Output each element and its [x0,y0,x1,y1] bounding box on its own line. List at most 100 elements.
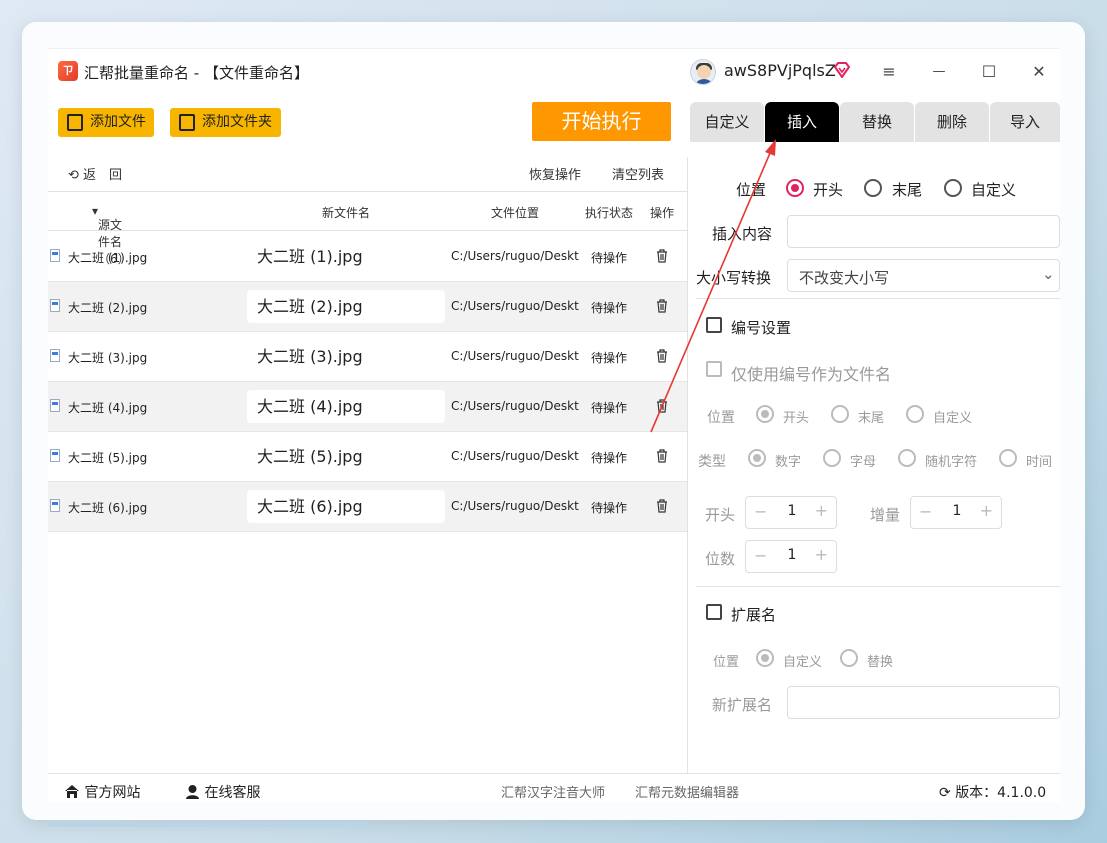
position-start-label: 开头 [813,181,844,199]
tab-custom[interactable]: 自定义 [690,102,764,142]
only-number-checkbox[interactable] [706,361,722,377]
file-location: C:/Users/ruguo/Desktop [451,299,579,313]
table-row[interactable]: 大二班 (4).jpg 大二班 (4).jpg C:/Users/ruguo/D… [48,382,688,432]
header-status: 执行状态 [585,206,634,220]
version-label: 版本：4.1.0.0 [955,785,1047,801]
type-time-radio[interactable] [999,449,1017,467]
new-ext-input[interactable] [787,686,1060,719]
add-file-button[interactable]: 添加文件 [58,108,154,137]
source-filename: 大二班 (2).jpg [68,301,148,315]
step-stepper[interactable]: − 1 + [910,496,1002,529]
position-custom-radio[interactable] [944,179,962,197]
header-new: 新文件名 [322,206,371,220]
restore-button[interactable]: 恢复操作 [529,164,581,183]
status-text: 待操作 [591,351,628,365]
file-icon [67,114,83,131]
type-label: 类型 [698,454,726,470]
add-file-label: 添加文件 [90,114,146,130]
position-end-radio[interactable] [864,179,882,197]
type-random-radio[interactable] [898,449,916,467]
vip-diamond-icon[interactable] [832,60,852,80]
refresh-icon[interactable]: ⟳ [939,785,951,801]
pinyin-tool-link[interactable]: 汇帮汉字注音大师 [501,782,605,801]
table-row[interactable]: 大二班 (2).jpg 大二班 (2).jpg C:/Users/ruguo/D… [48,282,688,332]
only-number-label: 仅使用编号作为文件名 [731,365,892,384]
new-filename-field[interactable]: 大二班 (5).jpg [247,440,445,473]
tab-delete[interactable]: 删除 [915,102,989,142]
num-position-end-radio[interactable] [831,405,849,423]
file-location: C:/Users/ruguo/Desktop [451,449,579,463]
extension-checkbox[interactable] [706,604,722,620]
position-end-label: 末尾 [892,181,923,199]
case-select[interactable]: 不改变大小写 ⌄ [787,259,1060,292]
tab-replace[interactable]: 替换 [840,102,914,142]
numbering-checkbox[interactable] [706,317,722,333]
close-button[interactable]: ✕ [1027,60,1051,84]
menu-icon[interactable]: ≡ [877,60,901,84]
add-folder-button[interactable]: 添加文件夹 [170,108,281,137]
table-row[interactable]: 大二班 (5).jpg 大二班 (5).jpg C:/Users/ruguo/D… [48,432,688,482]
clear-list-button[interactable]: 清空列表 [612,164,664,183]
user-avatar[interactable] [690,59,716,85]
type-number-radio[interactable] [748,449,766,467]
ext-replace-radio[interactable] [840,649,858,667]
image-file-icon [50,249,60,262]
new-filename-field[interactable]: 大二班 (1).jpg [247,240,445,273]
position-start-radio[interactable] [786,179,804,197]
source-filename: 大二班 (6).jpg [68,501,148,515]
support-link[interactable]: 在线客服 [185,782,260,802]
image-file-icon [50,449,60,462]
tab-insert[interactable]: 插入 [765,102,839,142]
trash-icon[interactable] [656,349,668,363]
user-name[interactable]: awS8PVjPqlsZ [724,61,836,80]
website-label: 官方网站 [84,785,141,801]
trash-icon[interactable] [656,499,668,513]
numbering-label: 编号设置 [731,319,792,337]
type-letter-radio[interactable] [823,449,841,467]
start-label: 开头 [705,506,736,524]
new-filename-field[interactable]: 大二班 (6).jpg [247,490,445,523]
back-button[interactable]: ⟲ 返 回 [68,164,122,183]
source-filename: 大二班 (1).jpg [68,251,148,265]
table-row[interactable]: 大二班 (1).jpg 大二班 (1).jpg C:/Users/ruguo/D… [48,232,688,282]
ext-custom-radio[interactable] [756,649,774,667]
section-divider [696,586,1060,587]
plus-icon[interactable]: + [980,501,993,520]
start-stepper[interactable]: − 1 + [745,496,837,529]
insert-content-input[interactable] [787,215,1060,248]
app-window: ㄗ 汇帮批量重命名 - 【文件重命名】 awS8PVjPqlsZ ≡ — ☐ ✕… [48,48,1060,802]
image-file-icon [50,299,60,312]
position-custom-label: 自定义 [971,181,1017,199]
num-position-start-radio[interactable] [756,405,774,423]
minimize-button[interactable]: — [927,60,951,84]
digits-stepper[interactable]: − 1 + [745,540,837,573]
num-position-custom-radio[interactable] [906,405,924,423]
trash-icon[interactable] [656,399,668,413]
start-button[interactable]: 开始执行 [532,102,671,141]
trash-icon[interactable] [656,449,668,463]
maximize-button[interactable]: ☐ [977,60,1001,84]
num-position-label: 位置 [707,410,735,426]
table-row[interactable]: 大二班 (6).jpg 大二班 (6).jpg C:/Users/ruguo/D… [48,482,688,532]
plus-icon[interactable]: + [815,545,828,564]
ext-position-label: 位置 [713,655,740,670]
list-header: ▾ 源文件名（6） 新文件名 文件位置 执行状态 操作 [48,191,688,266]
status-text: 待操作 [591,451,628,465]
header-source[interactable]: ▾ 源文件名（6） [92,204,130,266]
trash-icon[interactable] [656,249,668,263]
new-filename-field[interactable]: 大二班 (4).jpg [247,390,445,423]
new-filename-field[interactable]: 大二班 (3).jpg [247,340,445,373]
website-link[interactable]: 官方网站 [64,782,140,802]
tab-import[interactable]: 导入 [990,102,1060,142]
chevron-down-icon: ⌄ [1042,265,1055,283]
type-letter-label: 字母 [850,455,877,470]
metadata-tool-link[interactable]: 汇帮元数据编辑器 [635,782,739,801]
new-filename-field[interactable]: 大二班 (2).jpg [247,290,445,323]
headset-icon [186,785,199,799]
section-divider [696,298,1060,299]
trash-icon[interactable] [656,299,668,313]
position-label: 位置 [736,181,767,199]
file-location: C:/Users/ruguo/Desktop [451,349,579,363]
table-row[interactable]: 大二班 (3).jpg 大二班 (3).jpg C:/Users/ruguo/D… [48,332,688,382]
plus-icon[interactable]: + [815,501,828,520]
